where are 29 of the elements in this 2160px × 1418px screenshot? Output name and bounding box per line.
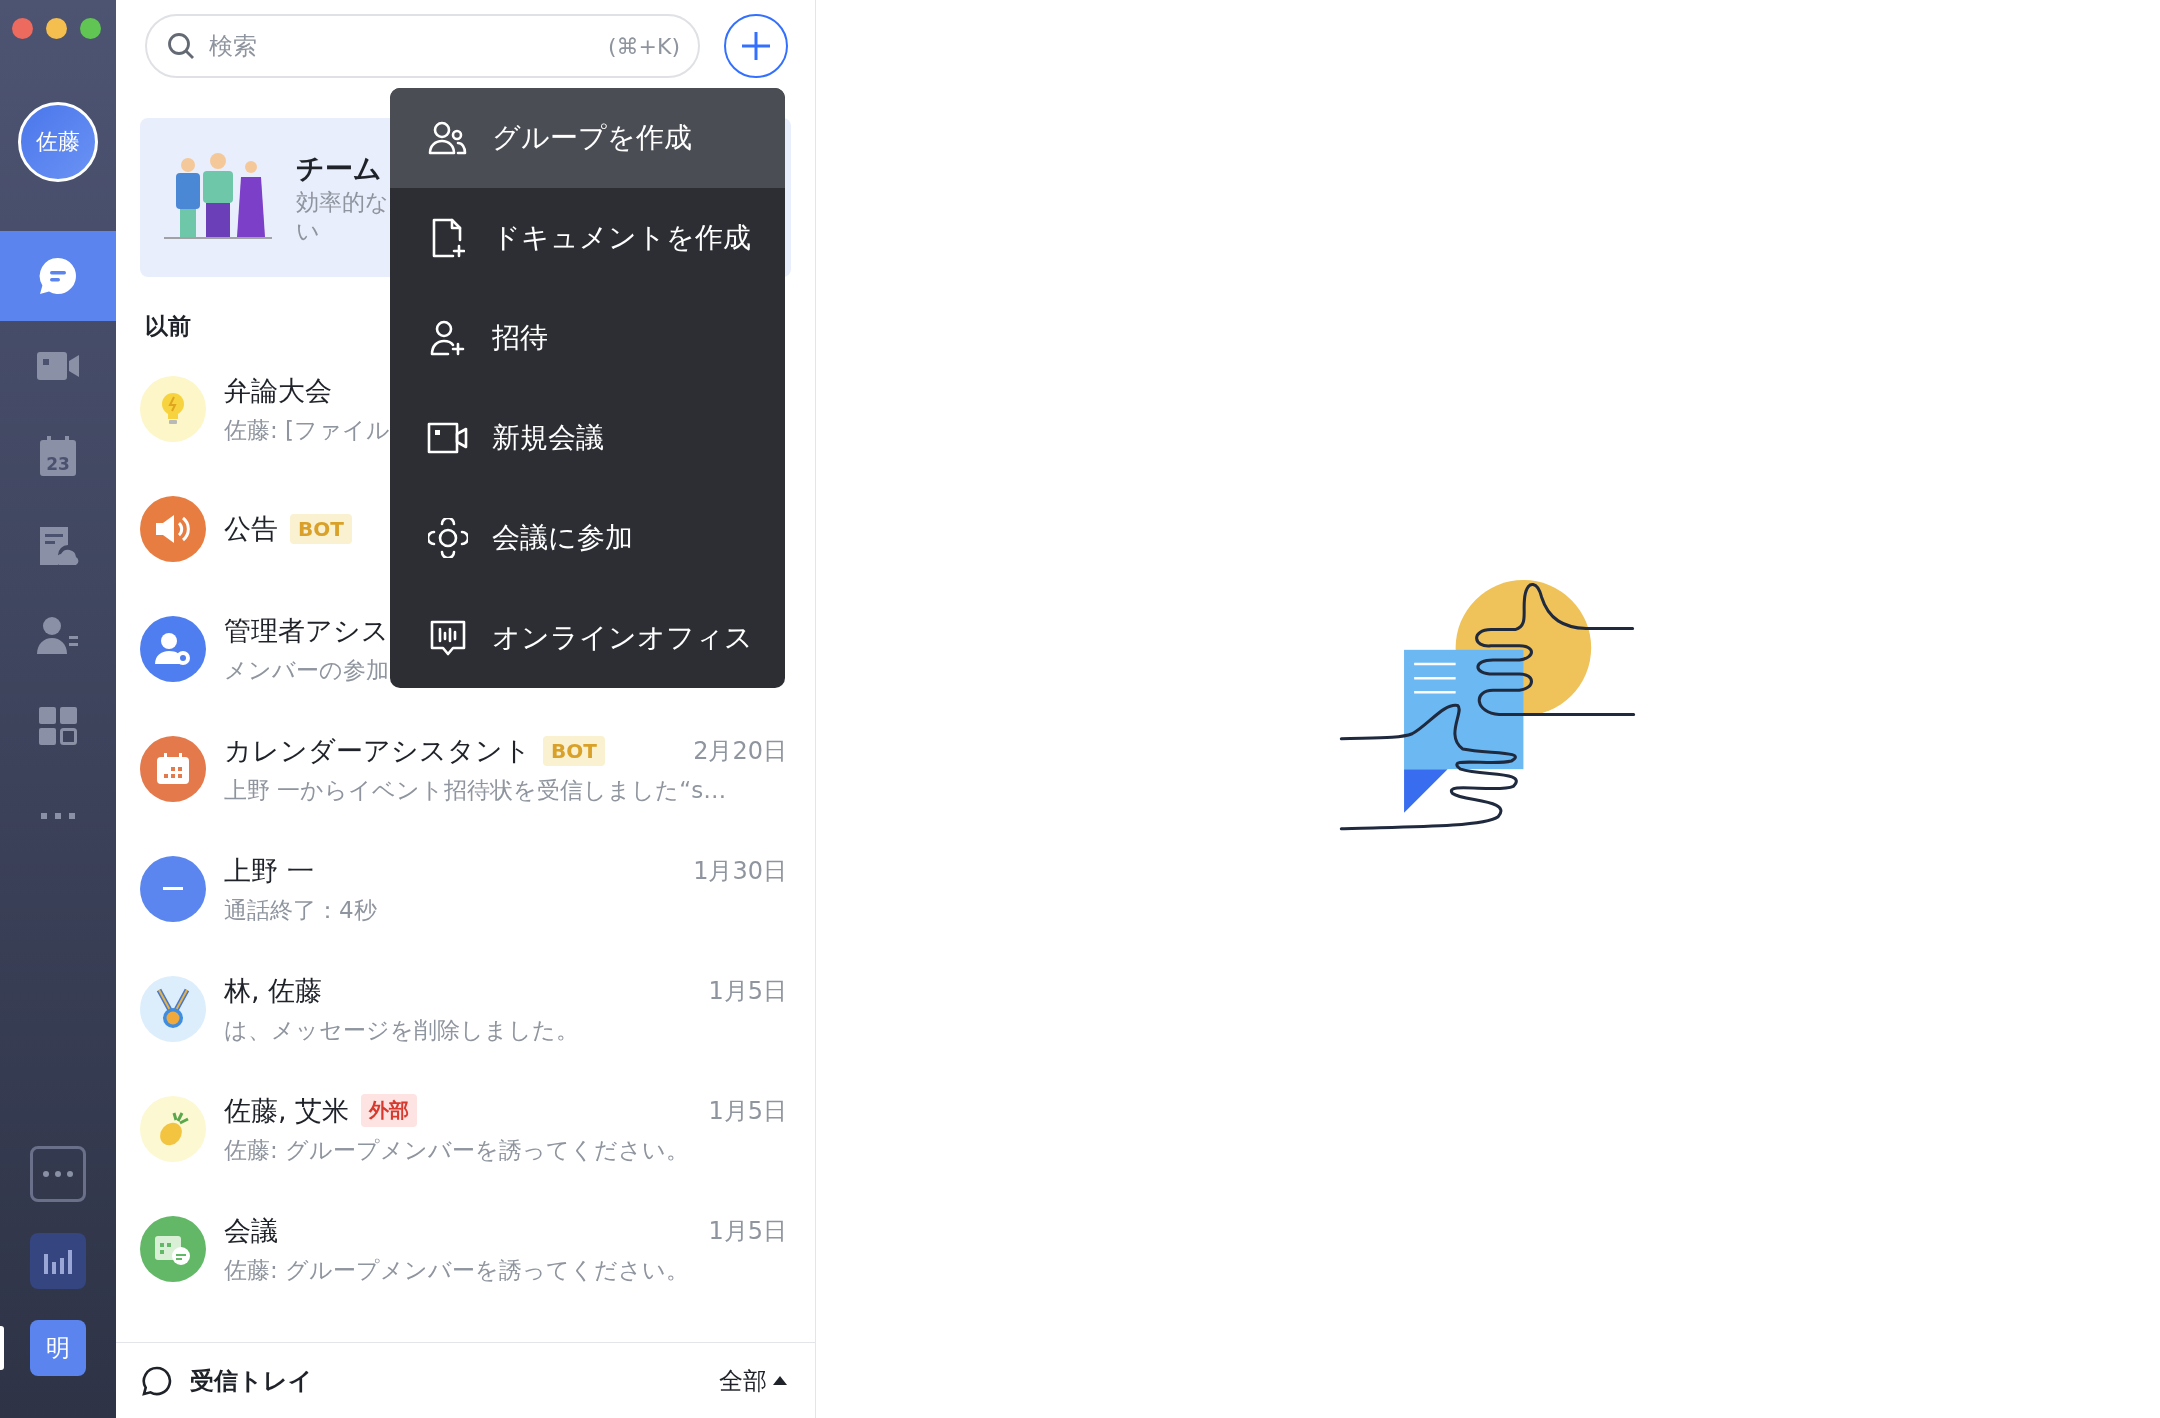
message-preview: 上野 一からイベント招待状を受信しました“s… — [224, 775, 727, 805]
chat-date: 1月5日 — [708, 975, 787, 1007]
chat-name: 林, 佐藤 — [224, 973, 323, 1008]
chat-name: 管理者アシス — [224, 613, 389, 648]
bot-tag: BOT — [290, 514, 352, 544]
banner-subtitle: い — [296, 217, 320, 244]
message-preview: は、メッセージを削除しました。 — [224, 1015, 579, 1045]
shortcut-hint: (⌘+K) — [607, 33, 680, 59]
chat-name: 佐藤, 艾米 — [224, 1093, 350, 1128]
message-preview: メンバーの参加 — [224, 655, 389, 685]
inbox-label: 受信トレイ — [190, 1365, 313, 1397]
chat-date: 2月20日 — [693, 735, 787, 767]
section-heading: 以前 — [145, 311, 191, 341]
banner-subtitle: 効率的な — [296, 188, 389, 215]
message-preview: 佐藤: グループメンバーを誘ってください。 — [224, 1135, 690, 1165]
chat-name: カレンダーアシスタント — [224, 733, 531, 768]
chat-name: 上野 一 — [224, 853, 314, 888]
external-tag: 外部 — [361, 1094, 418, 1127]
chat-date: 1月5日 — [708, 1215, 787, 1247]
chat-date: 1月5日 — [708, 1095, 787, 1127]
message-preview: 佐藤: グループメンバーを誘ってください。 — [224, 1255, 690, 1285]
chat-name: 会議 — [224, 1213, 278, 1248]
bot-tag: BOT — [543, 735, 605, 766]
banner-title: チーム — [296, 151, 382, 185]
message-preview: 通話終了：4秒 — [224, 895, 377, 925]
message-preview: 佐藤: [ファイル — [224, 415, 391, 445]
chat-name: 弁論大会 — [224, 373, 332, 408]
chat-name: 公告 — [224, 512, 278, 546]
chat-date: 1月30日 — [693, 855, 787, 887]
